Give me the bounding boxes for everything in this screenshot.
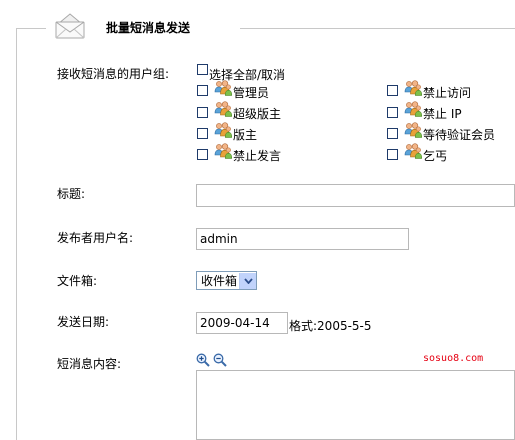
date-input[interactable]: 2009-04-14 — [196, 312, 288, 334]
folder-select-value: 收件箱 — [201, 274, 238, 288]
group-checkbox-banned-access[interactable] — [387, 85, 398, 96]
title-label: 标题: — [57, 187, 86, 201]
date-label: 发送日期: — [57, 315, 110, 329]
fieldset-frame-top-right — [240, 28, 515, 29]
user-group-icon — [214, 122, 232, 138]
sender-label: 发布者用户名: — [57, 231, 134, 245]
group-checkbox-banned-ip[interactable] — [387, 107, 398, 118]
user-group-icon — [404, 101, 422, 117]
zoom-out-icon[interactable] — [213, 353, 227, 367]
folder-label: 文件箱: — [57, 274, 98, 288]
user-group-icon — [404, 143, 422, 159]
group-label-super-moderator[interactable]: 超级版主 — [233, 105, 281, 122]
user-group-icon — [214, 101, 232, 117]
select-all-checkbox[interactable] — [197, 64, 208, 75]
chevron-down-icon[interactable] — [239, 272, 256, 289]
fieldset-frame-top-left — [16, 28, 46, 29]
groups-label: 接收短消息的用户组: — [57, 67, 170, 81]
user-group-icon — [404, 122, 422, 138]
group-checkbox-beggar[interactable] — [387, 149, 398, 160]
group-label-banned-access[interactable]: 禁止访问 — [423, 84, 471, 101]
date-format-hint: 格式:2005-5-5 — [289, 319, 372, 333]
group-checkbox-banned-post[interactable] — [197, 149, 208, 160]
site-watermark: sosuo8.com — [423, 353, 484, 364]
group-label-banned-ip[interactable]: 禁止 IP — [423, 105, 462, 122]
user-group-icon — [214, 143, 232, 159]
group-label-moderator[interactable]: 版主 — [233, 126, 257, 143]
title-input[interactable] — [196, 184, 515, 207]
group-label-banned-post[interactable]: 禁止发言 — [233, 147, 281, 164]
envelope-icon — [55, 13, 85, 39]
group-label-admin[interactable]: 管理员 — [233, 84, 269, 101]
group-checkbox-moderator[interactable] — [197, 128, 208, 139]
content-label: 短消息内容: — [57, 357, 122, 371]
group-checkbox-super-moderator[interactable] — [197, 107, 208, 118]
fieldset-frame-left — [16, 28, 17, 440]
sender-input[interactable]: admin — [196, 228, 409, 250]
user-group-icon — [404, 80, 422, 96]
form-legend: 批量短消息发送 — [106, 21, 191, 35]
zoom-in-icon[interactable] — [196, 353, 210, 367]
user-group-icon — [214, 80, 232, 96]
content-textarea[interactable] — [196, 370, 515, 440]
group-checkbox-awaiting-verification[interactable] — [387, 128, 398, 139]
group-label-beggar[interactable]: 乞丐 — [423, 147, 447, 164]
group-checkbox-admin[interactable] — [197, 85, 208, 96]
group-label-awaiting-verification[interactable]: 等待验证会员 — [423, 126, 495, 143]
folder-select[interactable]: 收件箱 — [196, 271, 257, 290]
